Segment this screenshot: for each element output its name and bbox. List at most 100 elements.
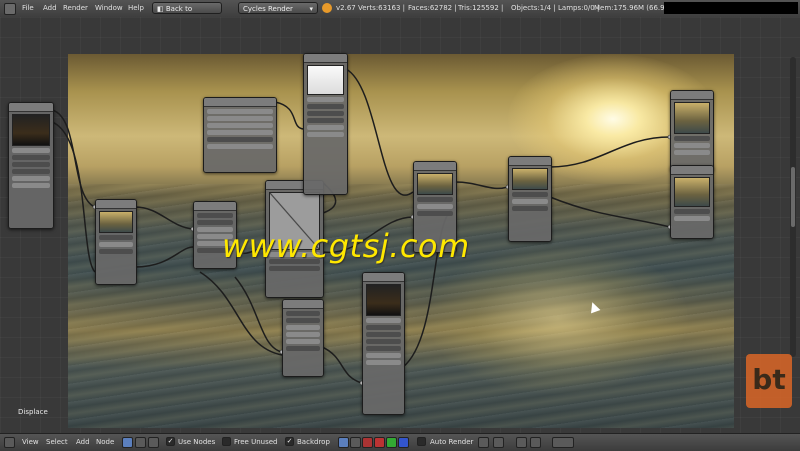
render-engine-select[interactable]: Cycles Render ▾: [238, 2, 318, 14]
menu-window[interactable]: Window: [95, 4, 123, 12]
node-field[interactable]: [674, 150, 710, 155]
node-field[interactable]: [286, 318, 320, 323]
copy-icon[interactable]: [516, 437, 527, 448]
channel-green-icon[interactable]: [386, 437, 397, 448]
node-field[interactable]: [286, 325, 320, 330]
snap-icon[interactable]: [478, 437, 489, 448]
node-field[interactable]: [417, 197, 453, 202]
editor-type-icon[interactable]: [4, 3, 16, 15]
node-header[interactable]: [9, 103, 53, 112]
node-mix-add-1[interactable]: [95, 199, 137, 285]
node-field[interactable]: [307, 97, 344, 102]
node-header[interactable]: [204, 98, 276, 107]
node-field[interactable]: [207, 123, 273, 128]
node-field[interactable]: [674, 136, 710, 141]
node-field[interactable]: [417, 211, 453, 216]
paste-icon[interactable]: [530, 437, 541, 448]
node-field[interactable]: [512, 206, 548, 211]
node-header[interactable]: [283, 300, 323, 309]
node-field[interactable]: [417, 204, 453, 209]
node-field[interactable]: [99, 235, 133, 240]
menu-select[interactable]: Select: [46, 438, 68, 446]
render-preview-icon[interactable]: [552, 437, 574, 448]
back-to-previous-button[interactable]: ◧ Back to Previous: [152, 2, 222, 25]
node-field[interactable]: [307, 104, 344, 109]
use-nodes-checkbox[interactable]: ✓: [166, 437, 175, 446]
node-editor[interactable]: www.cgtsj.com: [0, 17, 800, 433]
node-field[interactable]: [12, 148, 50, 153]
node-field[interactable]: [12, 155, 50, 160]
node-field[interactable]: [99, 249, 133, 254]
node-mix-add-3[interactable]: [508, 156, 552, 242]
node-header[interactable]: [96, 200, 136, 209]
node-blur-top[interactable]: [303, 53, 348, 195]
node-header[interactable]: [509, 157, 551, 166]
node-field[interactable]: [207, 130, 273, 135]
menu-render[interactable]: Render: [63, 4, 88, 12]
channel-blue-icon[interactable]: [398, 437, 409, 448]
channel-red-2-icon[interactable]: [374, 437, 385, 448]
node-header[interactable]: [194, 202, 236, 211]
editor-type-icon[interactable]: [4, 437, 15, 448]
node-composite[interactable]: [670, 165, 714, 239]
node-field[interactable]: [366, 332, 401, 337]
node-header[interactable]: [414, 162, 456, 171]
node-field[interactable]: [366, 360, 401, 365]
node-header[interactable]: [363, 273, 404, 282]
node-field[interactable]: [512, 192, 548, 197]
node-field[interactable]: [366, 325, 401, 330]
node-field[interactable]: [366, 353, 401, 358]
node-field[interactable]: [366, 318, 401, 323]
node-field[interactable]: [197, 213, 233, 218]
node-glare-2[interactable]: [282, 299, 324, 377]
node-field[interactable]: [12, 162, 50, 167]
free-unused-checkbox[interactable]: [222, 437, 231, 446]
node-field[interactable]: [512, 199, 548, 204]
node-header[interactable]: [671, 91, 713, 100]
compositing-nodes-icon[interactable]: [135, 437, 146, 448]
node-field[interactable]: [207, 144, 273, 149]
channel-rgb-icon[interactable]: [338, 437, 349, 448]
menu-add[interactable]: Add: [43, 4, 57, 12]
node-header[interactable]: [304, 54, 347, 63]
node-header[interactable]: [671, 166, 713, 175]
menu-node[interactable]: Node: [96, 438, 114, 446]
node-field[interactable]: [674, 143, 710, 148]
node-viewer[interactable]: [670, 90, 714, 172]
auto-render-checkbox[interactable]: [417, 437, 426, 446]
node-field[interactable]: [269, 266, 320, 271]
shader-nodes-icon[interactable]: [122, 437, 133, 448]
node-field[interactable]: [197, 220, 233, 225]
node-field[interactable]: [366, 346, 401, 351]
node-field[interactable]: [207, 116, 273, 121]
menu-help[interactable]: Help: [128, 4, 144, 12]
node-field[interactable]: [307, 118, 344, 123]
snap-element-icon[interactable]: [493, 437, 504, 448]
menu-view[interactable]: View: [22, 438, 39, 446]
node-field[interactable]: [307, 132, 344, 137]
node-field[interactable]: [12, 169, 50, 174]
node-field[interactable]: [12, 183, 50, 188]
node-field[interactable]: [12, 176, 50, 181]
node-field[interactable]: [674, 209, 710, 214]
node-blur-bottom[interactable]: [362, 272, 405, 415]
node-ellipse-mask[interactable]: [203, 97, 277, 173]
menu-add[interactable]: Add: [76, 438, 90, 446]
scrollbar-thumb[interactable]: [791, 167, 795, 227]
node-field[interactable]: [207, 137, 273, 142]
node-field[interactable]: [99, 242, 133, 247]
menu-file[interactable]: File: [22, 4, 34, 12]
node-field[interactable]: [307, 125, 344, 130]
node-field[interactable]: [307, 111, 344, 116]
node-field[interactable]: [286, 346, 320, 351]
node-field[interactable]: [674, 216, 710, 221]
texture-nodes-icon[interactable]: [148, 437, 159, 448]
node-field[interactable]: [286, 332, 320, 337]
channel-alpha-icon[interactable]: [350, 437, 361, 448]
node-blur-left[interactable]: [8, 102, 54, 229]
node-field[interactable]: [207, 109, 273, 114]
node-field[interactable]: [286, 311, 320, 316]
node-field[interactable]: [286, 339, 320, 344]
node-field[interactable]: [366, 339, 401, 344]
channel-red-icon[interactable]: [362, 437, 373, 448]
